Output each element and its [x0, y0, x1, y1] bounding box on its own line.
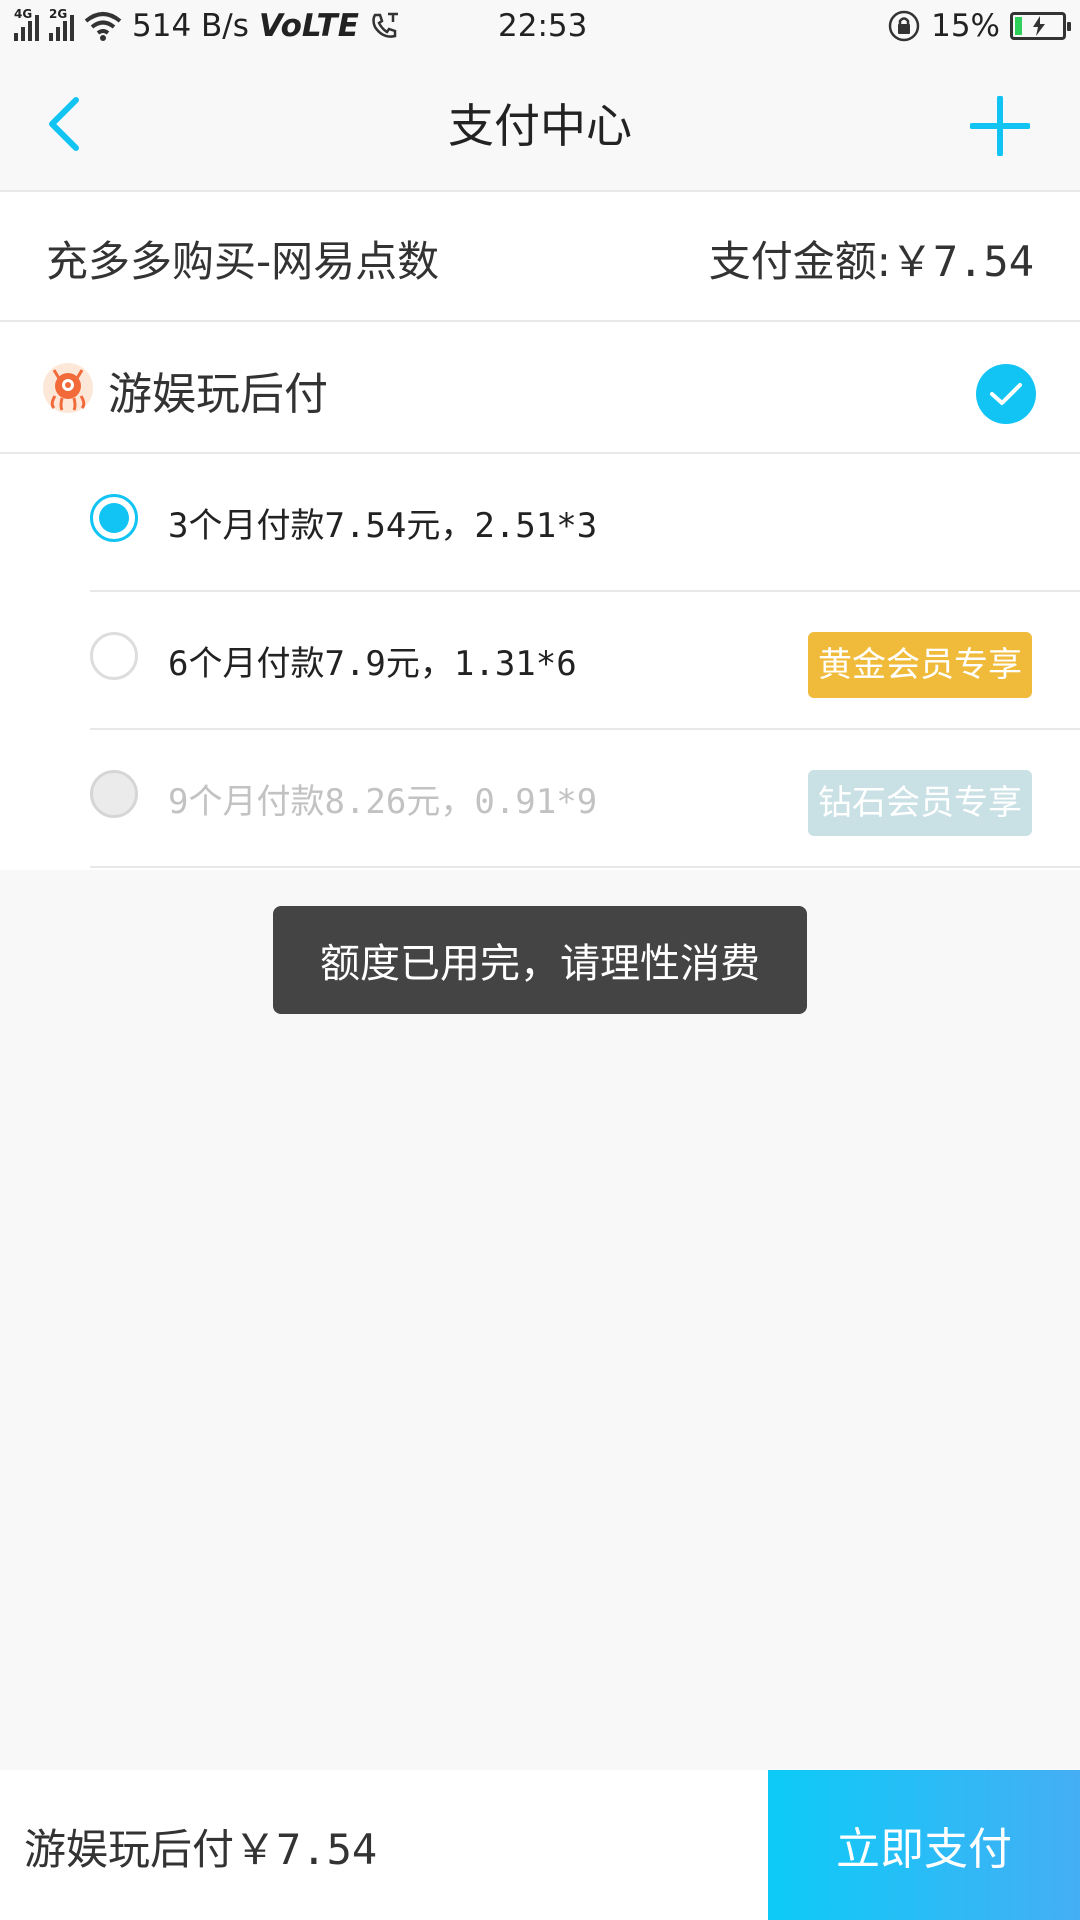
rotation-lock-icon	[888, 10, 920, 42]
diamond-member-badge: 钻石会员专享	[808, 770, 1032, 836]
order-info-row: 充多多购买-网易点数 支付金额:￥7.54	[0, 192, 1080, 322]
installment-plans: 3个月付款7.54元，2.51*3 6个月付款7.9元，1.31*6 黄金会员专…	[0, 454, 1080, 870]
octopus-logo-icon	[43, 363, 93, 413]
plan-label: 6个月付款7.9元，1.31*6	[168, 644, 577, 684]
selected-check-icon	[976, 364, 1036, 424]
status-bar: 4G 2G 514 B/s VoLTE 22:53 15%	[0, 0, 1080, 56]
radio-disabled-icon	[90, 770, 138, 818]
payment-summary: 游娱玩后付￥7.54	[24, 1816, 377, 1877]
plan-label: 3个月付款7.54元，2.51*3	[168, 506, 598, 546]
battery-fill	[1015, 17, 1022, 35]
wifi-icon	[84, 12, 122, 41]
nav-bar: 支付中心	[0, 56, 1080, 192]
radio-selected-icon[interactable]	[90, 494, 138, 542]
product-name: 充多多购买-网易点数	[46, 237, 440, 286]
call-icon	[372, 12, 398, 38]
add-icon[interactable]	[970, 96, 1030, 156]
amount-value: ￥7.54	[890, 237, 1034, 286]
volte-indicator: VoLTE	[258, 8, 359, 44]
network-speed: 514 B/s	[132, 8, 249, 44]
plan-option-6-months[interactable]: 6个月付款7.9元，1.31*6 黄金会员专享	[0, 592, 1080, 730]
amount-label: 支付金额:	[708, 237, 891, 286]
page-title: 支付中心	[448, 99, 632, 153]
pay-now-button[interactable]: 立即支付	[768, 1770, 1080, 1920]
battery-percent: 15%	[931, 8, 1000, 44]
payment-method-row[interactable]: 游娱玩后付	[0, 322, 1080, 454]
toast-message: 额度已用完，请理性消费	[273, 906, 807, 1014]
battery-icon	[1010, 12, 1071, 40]
plan-option-3-months[interactable]: 3个月付款7.54元，2.51*3	[0, 454, 1080, 592]
status-left: 4G 2G 514 B/s VoLTE	[14, 7, 401, 44]
status-right: 15%	[887, 8, 1071, 44]
payment-method-name: 游娱玩后付	[108, 369, 328, 420]
gold-member-badge: 黄金会员专享	[808, 632, 1032, 698]
payment-amount: 支付金额:￥7.54	[709, 228, 1034, 289]
summary-amount: ￥7.54	[234, 1825, 378, 1874]
divider	[90, 866, 1080, 868]
plan-option-9-months: 9个月付款8.26元，0.91*9 钻石会员专享	[0, 730, 1080, 868]
radio-unselected-icon[interactable]	[90, 632, 138, 680]
clock: 22:53	[498, 8, 588, 44]
summary-method: 游娱玩后付	[24, 1825, 235, 1874]
plan-label: 9个月付款8.26元，0.91*9	[168, 782, 598, 822]
signal-4g-icon: 4G	[14, 7, 39, 41]
signal-2g-icon: 2G	[49, 7, 74, 41]
bottom-bar: 游娱玩后付￥7.54 立即支付	[0, 1770, 1080, 1920]
